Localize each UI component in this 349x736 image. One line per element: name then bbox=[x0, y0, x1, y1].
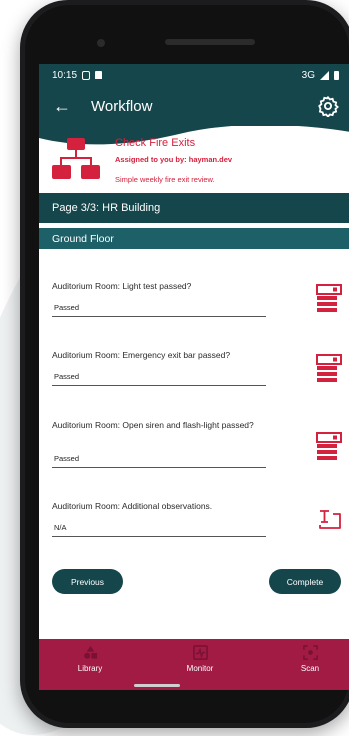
form-select-icon[interactable] bbox=[316, 284, 342, 314]
section-header: Ground Floor bbox=[39, 228, 349, 249]
nav-label: Library bbox=[77, 664, 103, 673]
page-indicator: Page 3/3: HR Building bbox=[39, 193, 349, 223]
home-indicator[interactable] bbox=[134, 684, 180, 687]
sd-card-icon bbox=[95, 71, 103, 79]
front-camera bbox=[97, 39, 105, 47]
form-select-icon[interactable] bbox=[316, 354, 342, 384]
task-card: Check Fire Exits Assigned to you by: hay… bbox=[39, 124, 349, 193]
nav-label: Monitor bbox=[186, 664, 214, 673]
monitor-icon bbox=[192, 645, 208, 660]
question-label: Auditorium Room: Open siren and flash-li… bbox=[52, 420, 254, 430]
task-assigned: Assigned to you by: hayman.dev bbox=[115, 155, 233, 164]
question-label: Auditorium Room: Light test passed? bbox=[52, 281, 192, 291]
gear-icon[interactable] bbox=[317, 95, 339, 117]
question-label: Auditorium Room: Additional observations… bbox=[52, 501, 213, 511]
sim-icon bbox=[82, 70, 91, 80]
earpiece-speaker bbox=[165, 39, 255, 45]
complete-button[interactable]: Complete bbox=[269, 569, 341, 594]
text-input-icon[interactable] bbox=[316, 509, 342, 531]
question-item: Auditorium Room: Open siren and flash-li… bbox=[52, 420, 344, 468]
task-description: Simple weekly fire exit review. bbox=[115, 175, 215, 184]
library-icon bbox=[83, 645, 97, 659]
signal-icon bbox=[320, 70, 329, 80]
answer-field[interactable]: Passed bbox=[52, 454, 266, 468]
back-arrow-icon[interactable]: ← bbox=[53, 97, 75, 115]
question-item: Auditorium Room: Emergency exit bar pass… bbox=[52, 350, 344, 386]
answer-field[interactable]: Passed bbox=[52, 372, 266, 386]
network-type: 3G bbox=[301, 69, 315, 81]
battery-icon bbox=[334, 70, 339, 80]
scan-icon bbox=[302, 645, 318, 660]
nav-monitor[interactable]: Monitor bbox=[175, 639, 225, 690]
question-label: Auditorium Room: Emergency exit bar pass… bbox=[52, 350, 231, 360]
form-select-icon[interactable] bbox=[316, 432, 342, 462]
section-label: Ground Floor bbox=[52, 232, 114, 245]
answer-field[interactable]: N/A bbox=[52, 523, 266, 537]
org-chart-icon bbox=[52, 138, 100, 179]
app-screen: 10:15 3G ← Workflow Check Fire Exits Ass… bbox=[39, 64, 349, 690]
page-title: Workflow bbox=[91, 97, 153, 115]
nav-scan[interactable]: Scan bbox=[285, 639, 335, 690]
bottom-navigation: Library Monitor Scan bbox=[39, 639, 349, 690]
task-title: Check Fire Exits bbox=[115, 137, 196, 149]
status-bar: 10:15 3G bbox=[39, 64, 349, 86]
nav-library[interactable]: Library bbox=[65, 639, 115, 690]
app-bar: ← Workflow bbox=[39, 86, 349, 126]
page-label: Page 3/3: HR Building bbox=[52, 202, 161, 214]
previous-button[interactable]: Previous bbox=[52, 569, 123, 594]
question-item: Auditorium Room: Light test passed? Pass… bbox=[52, 281, 344, 317]
nav-label: Scan bbox=[300, 664, 320, 673]
question-item: Auditorium Room: Additional observations… bbox=[52, 501, 344, 537]
status-time: 10:15 bbox=[52, 69, 78, 81]
answer-field[interactable]: Passed bbox=[52, 303, 266, 317]
